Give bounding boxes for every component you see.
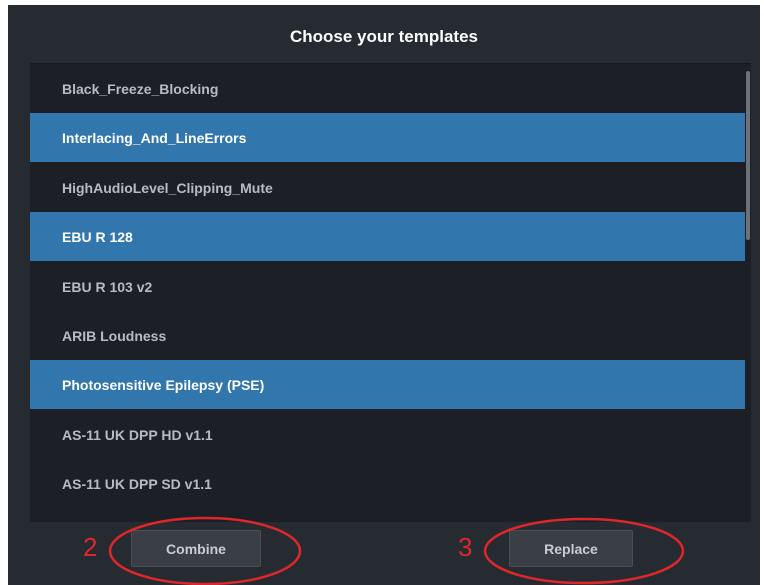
list-item[interactable]: EBU R 103 v2	[30, 262, 745, 311]
scrollbar-thumb[interactable]	[746, 71, 750, 240]
list-scrollbar[interactable]	[745, 64, 751, 522]
template-dialog: Choose your templates Black_Freeze_Block…	[8, 5, 760, 585]
list-item[interactable]: HighAudioLevel_Clipping_Mute	[30, 163, 745, 212]
list-item[interactable]: Interlacing_And_LineErrors	[30, 113, 745, 162]
template-list[interactable]: Black_Freeze_Blocking Interlacing_And_Li…	[30, 63, 751, 522]
list-item[interactable]: Black_Freeze_Blocking	[30, 64, 745, 113]
list-item[interactable]: AS-11 UK DPP HD v1.1	[30, 410, 745, 459]
list-item[interactable]: ARIB Loudness	[30, 311, 745, 360]
dialog-title: Choose your templates	[290, 27, 478, 46]
list-item[interactable]: Photosensitive Epilepsy (PSE)	[30, 360, 745, 409]
annotation-marker-2: 2	[83, 532, 98, 562]
combine-button[interactable]: Combine	[131, 530, 261, 567]
list-item[interactable]: EBU R 128	[30, 212, 745, 261]
annotation-marker-3: 3	[458, 532, 473, 562]
list-item[interactable]: AS-11 UK DPP SD v1.1	[30, 459, 745, 508]
replace-button[interactable]: Replace	[509, 530, 633, 567]
